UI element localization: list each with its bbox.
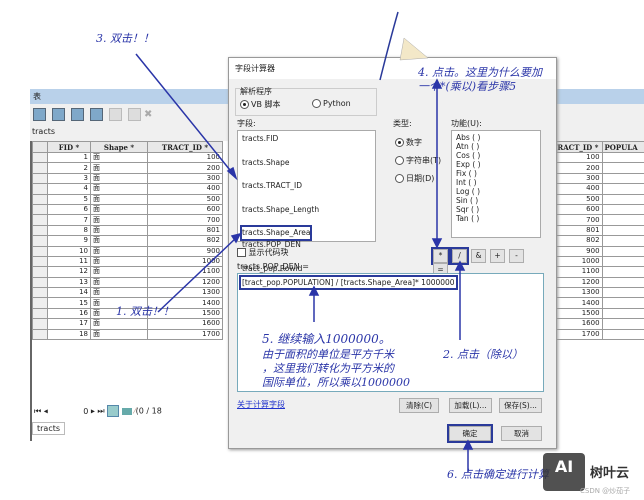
annotation-arrows xyxy=(135,11,474,472)
annotation-step3: 3. 双击！！ xyxy=(96,32,154,45)
annotation-step5-line4: 国际单位，所以乘以1000000 xyxy=(262,376,410,389)
annotation-step5-line1: 5. 继续输入1000000。 xyxy=(262,332,391,346)
watermark-brand: 树叶云 xyxy=(590,466,630,481)
annotation-step2: 2. 点击（除以） xyxy=(443,348,523,361)
annotation-step6: 6. 点击确定进行计算 xyxy=(447,468,549,481)
watermark-logo: AI xyxy=(543,453,585,491)
annotation-step1: 1. 双击！！ xyxy=(116,305,174,318)
annotation-step4-line2: 一个*(乘以)看步骤5 xyxy=(418,80,517,93)
watermark-credit: CSDN @炒茄子 xyxy=(580,487,631,495)
